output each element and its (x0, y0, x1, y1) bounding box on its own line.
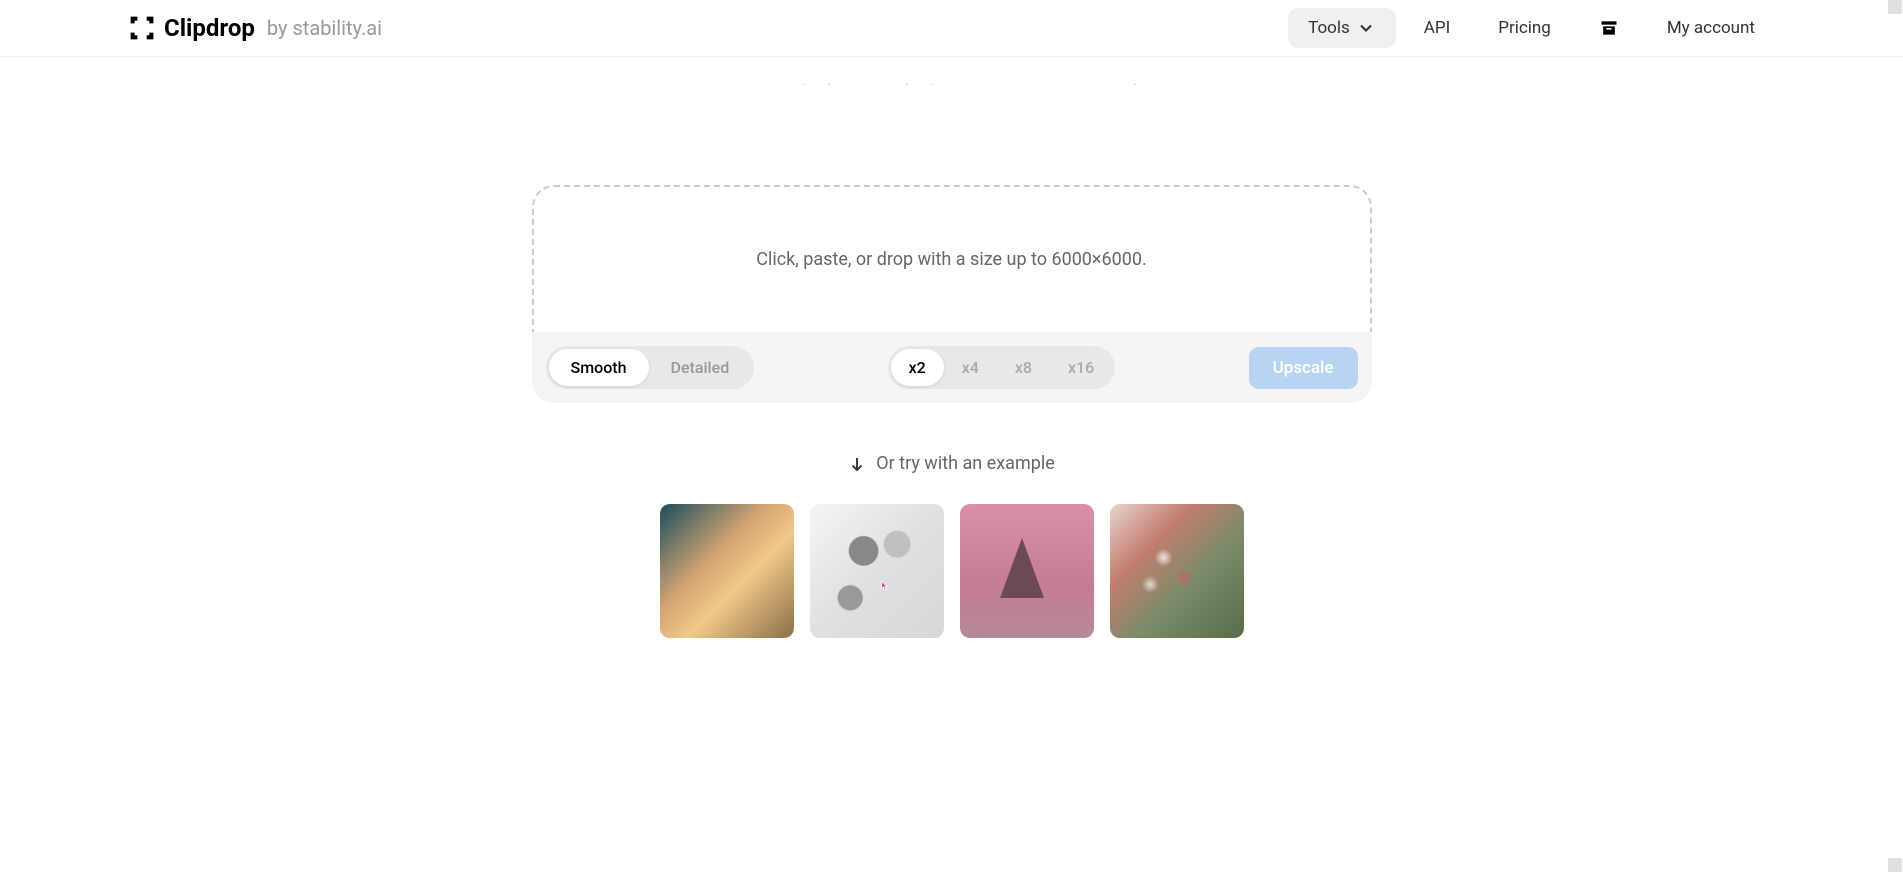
scale-x4-button[interactable]: x4 (944, 349, 997, 386)
nav-api-label: API (1424, 18, 1450, 38)
clipdrop-logo-icon (128, 14, 156, 42)
examples-label-row: Or try with an example (532, 453, 1372, 474)
archive-icon (1599, 18, 1619, 38)
scale-x8-button[interactable]: x8 (997, 349, 1050, 386)
cursor-pointer-icon (877, 578, 891, 596)
nav-api[interactable]: API (1404, 8, 1470, 48)
nav-account[interactable]: My account (1647, 8, 1775, 48)
scroll-up-button[interactable] (1888, 0, 1902, 14)
scale-toggle: x2 x4 x8 x16 (888, 346, 1116, 389)
mode-smooth-button[interactable]: Smooth (549, 349, 649, 386)
arrow-down-icon (848, 455, 866, 473)
dropzone[interactable]: Click, paste, or drop with a size up to … (532, 185, 1372, 332)
logo-text: Clipdrop (164, 14, 255, 42)
nav-tools-label: Tools (1308, 18, 1350, 38)
nav-pricing-label: Pricing (1498, 18, 1551, 38)
nav-archive[interactable] (1579, 8, 1639, 48)
controls-row: Smooth Detailed x2 x4 x8 x16 Upscale (532, 332, 1372, 403)
nav: Tools API Pricing My account (1288, 8, 1775, 48)
nav-pricing[interactable]: Pricing (1478, 8, 1571, 48)
upload-panel: Click, paste, or drop with a size up to … (532, 185, 1372, 403)
example-pink-geometry[interactable] (960, 504, 1094, 638)
chevron-down-icon (1356, 18, 1376, 38)
nav-account-label: My account (1667, 18, 1755, 38)
logo-subtitle: by stability.ai (267, 16, 382, 40)
examples-row (532, 504, 1372, 638)
nav-tools[interactable]: Tools (1288, 8, 1396, 48)
header: Clipdrop by stability.ai Tools API Prici… (0, 0, 1903, 57)
example-flowers-bouquet[interactable] (1110, 504, 1244, 638)
dropzone-text: Click, paste, or drop with a size up to … (756, 249, 1147, 270)
logo[interactable]: Clipdrop by stability.ai (128, 14, 382, 42)
main: Upscale, denoise and enhance your images… (512, 57, 1392, 678)
example-woman-sunglasses[interactable] (660, 504, 794, 638)
examples-label: Or try with an example (876, 453, 1055, 474)
scale-x16-button[interactable]: x16 (1050, 349, 1112, 386)
example-coffee-flatlay[interactable] (810, 504, 944, 638)
upscale-button[interactable]: Upscale (1249, 347, 1358, 389)
scale-x2-button[interactable]: x2 (891, 349, 944, 386)
mode-toggle: Smooth Detailed (546, 346, 755, 389)
scrollbar[interactable] (1888, 0, 1902, 872)
mode-detailed-button[interactable]: Detailed (649, 349, 752, 386)
scroll-down-button[interactable] (1888, 858, 1902, 872)
page-subtitle: Upscale, denoise and enhance your images… (532, 77, 1372, 85)
